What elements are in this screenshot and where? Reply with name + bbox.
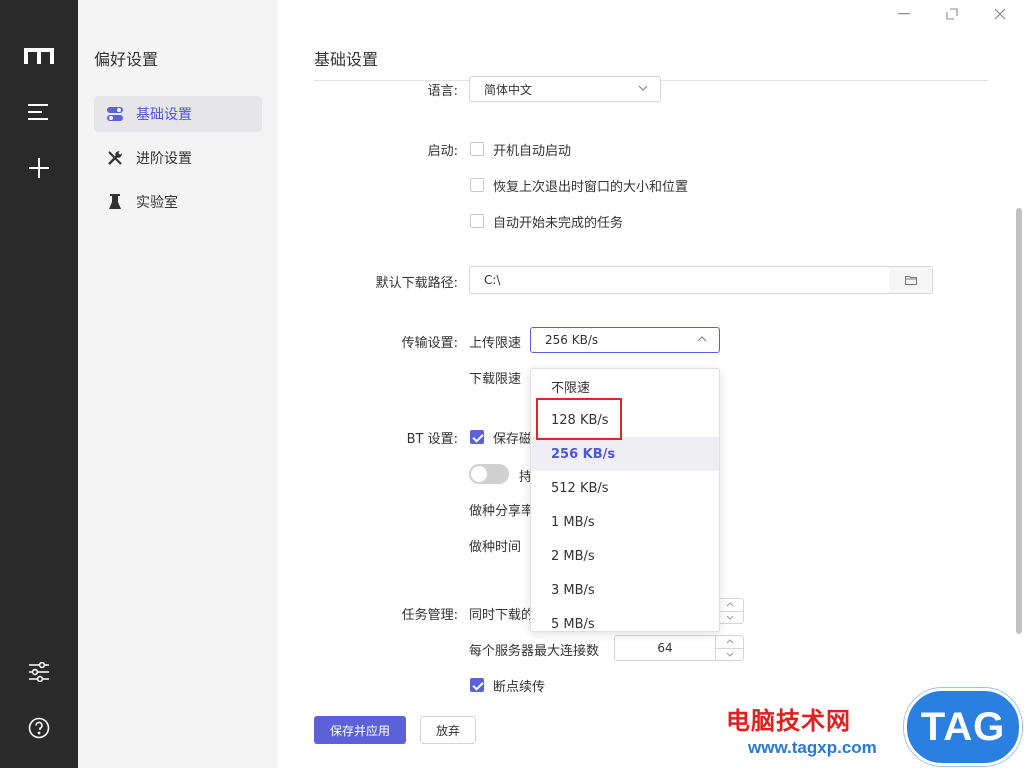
restore-window-label: 恢复上次退出时窗口的大小和位置 (493, 180, 689, 195)
sidebar-title: 偏好设置 (94, 50, 159, 69)
decrement-button[interactable] (716, 612, 743, 624)
upload-limit-label: 上传限速 (469, 336, 522, 351)
startup-label: 启动: (427, 144, 458, 159)
bt-label: BT 设置: (406, 432, 458, 447)
sidebar-item-lab[interactable]: 实验室 (94, 184, 262, 220)
download-path-input[interactable]: C:\ (469, 266, 890, 294)
language-select[interactable]: 简体中文 (469, 76, 661, 102)
sidebar-item-label: 基础设置 (136, 107, 192, 123)
upload-limit-select[interactable]: 256 KB/s (530, 327, 720, 353)
autostart-checkbox[interactable] (470, 142, 484, 156)
save-apply-button[interactable]: 保存并应用 (314, 716, 406, 744)
max-conn-value: 64 (657, 641, 673, 655)
plus-icon[interactable] (21, 150, 57, 186)
preferences-sidebar: 偏好设置 基础设置 进阶设置 实验室 (78, 0, 278, 768)
concurrent-label: 同时下载的 (469, 608, 535, 623)
folder-icon (904, 276, 917, 285)
download-path-value: C:\ (484, 273, 501, 287)
toggle-icon (106, 105, 124, 123)
watermark-logo-text: TAG (920, 704, 1006, 749)
browse-folder-button[interactable] (889, 266, 933, 294)
upload-limit-value: 256 KB/s (545, 333, 599, 347)
page-title: 基础设置 (314, 50, 379, 69)
help-icon[interactable] (21, 710, 57, 746)
left-rail (0, 0, 78, 768)
sidebar-item-basic[interactable]: 基础设置 (94, 96, 262, 132)
sidebar-item-label: 实验室 (136, 195, 178, 211)
max-conn-stepper[interactable]: 64 (614, 635, 744, 661)
chevron-up-icon (697, 336, 707, 342)
watermark-url: www.tagxp.com (748, 738, 877, 757)
dropdown-option[interactable]: 2 MB/s (531, 539, 719, 573)
flask-icon (106, 193, 124, 211)
chevron-down-icon (726, 652, 733, 657)
chevron-down-icon (638, 85, 648, 91)
sliders-icon[interactable] (21, 654, 57, 690)
resume-download-checkbox[interactable] (470, 678, 484, 692)
dropdown-option[interactable]: 1 MB/s (531, 505, 719, 539)
maximize-icon[interactable] (942, 4, 962, 24)
sidebar-item-label: 进阶设置 (136, 151, 192, 167)
dropdown-option[interactable]: 512 KB/s (531, 471, 719, 505)
save-magnet-checkbox[interactable] (470, 430, 484, 444)
annotation-highlight-box (536, 398, 622, 440)
language-label: 语言: (427, 84, 458, 99)
sidebar-item-advanced[interactable]: 进阶设置 (94, 140, 262, 176)
autostart-label: 开机自动启动 (493, 144, 572, 159)
resume-download-label: 断点续传 (493, 680, 546, 695)
chevron-down-icon (726, 615, 733, 620)
bt-toggle[interactable] (469, 464, 509, 484)
wrench-icon (106, 149, 124, 167)
dropdown-option[interactable]: 3 MB/s (531, 573, 719, 607)
transfer-label: 传输设置: (401, 336, 458, 351)
dropdown-option[interactable]: 5 MB/s (531, 607, 719, 632)
restore-window-checkbox[interactable] (470, 178, 484, 192)
watermark-logo: TAG (904, 688, 1022, 766)
resume-tasks-checkbox[interactable] (470, 214, 484, 228)
watermark-site-name: 电脑技术网 (726, 707, 851, 735)
chevron-up-icon (726, 602, 733, 607)
download-limit-label: 下载限速 (469, 372, 522, 387)
main-panel: 基础设置 语言: 简体中文 启动: 开机自动启动 恢复上次退出时窗口的大小和位置… (278, 0, 1024, 768)
resume-tasks-label: 自动开始未完成的任务 (493, 216, 624, 231)
max-conn-label: 每个服务器最大连接数 (469, 644, 600, 659)
seed-time-label: 做种时间 (469, 540, 522, 555)
app-logo-icon[interactable] (21, 38, 57, 74)
save-magnet-label: 保存磁 (493, 432, 533, 447)
dropdown-option-selected[interactable]: 256 KB/s (531, 437, 719, 471)
menu-icon[interactable] (21, 94, 57, 130)
language-value: 简体中文 (484, 82, 533, 97)
task-label: 任务管理: (401, 608, 458, 623)
increment-button[interactable] (716, 636, 743, 649)
close-icon[interactable] (990, 4, 1010, 24)
minimize-icon[interactable] (894, 4, 914, 24)
scrollbar[interactable] (1016, 208, 1022, 634)
chevron-up-icon (726, 639, 733, 644)
decrement-button[interactable] (716, 649, 743, 661)
seed-ratio-label: 做种分享率 (469, 504, 535, 519)
discard-button[interactable]: 放弃 (420, 716, 476, 744)
increment-button[interactable] (716, 599, 743, 612)
download-path-label: 默认下载路径: (375, 276, 458, 291)
